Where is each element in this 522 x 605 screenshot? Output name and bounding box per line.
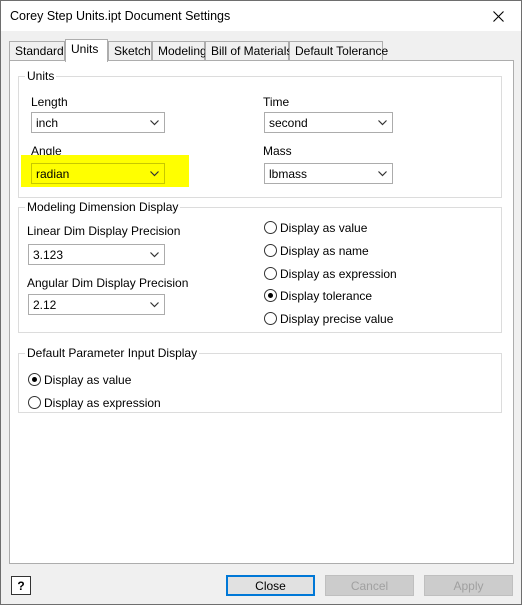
title-bar: Corey Step Units.ipt Document Settings [1, 1, 521, 31]
radio-label: Display as name [280, 244, 369, 258]
radio-button[interactable] [264, 244, 277, 257]
radio-button[interactable] [264, 267, 277, 280]
time-select[interactable]: second [264, 112, 393, 133]
radio-label: Display as value [44, 373, 132, 387]
chevron-down-icon [378, 120, 387, 126]
modeling-dimension-group: Modeling Dimension Display Linear Dim Di… [18, 200, 502, 333]
close-icon [492, 10, 504, 22]
chevron-down-icon [150, 120, 159, 126]
linear-precision-value: 3.123 [33, 248, 64, 262]
radio-label: Display as value [280, 221, 368, 235]
default-parameter-group-label: Default Parameter Input Display [25, 346, 200, 360]
tab-default-tolerance[interactable]: Default Tolerance [289, 41, 388, 61]
chevron-down-icon [150, 171, 159, 177]
chevron-down-icon [378, 171, 387, 177]
angular-precision-label: Angular Dim Display Precision [27, 276, 189, 290]
tab-sketch[interactable]: Sketch [108, 41, 152, 61]
mass-label: Mass [263, 144, 292, 158]
radio-button[interactable] [28, 396, 41, 409]
units-tab-panel: Units Length inch Time second Angle radi… [9, 60, 514, 564]
tab-modeling[interactable]: Modeling [152, 41, 207, 61]
radio-button[interactable] [264, 221, 277, 234]
radio-label: Display as expression [44, 396, 161, 410]
radio-label: Display as expression [280, 267, 397, 281]
chevron-down-icon [150, 302, 159, 308]
default-parameter-group: Default Parameter Input Display Display … [18, 346, 502, 413]
units-group: Units Length inch Time second Angle radi… [18, 69, 502, 198]
time-label: Time [263, 95, 290, 109]
cancel-button[interactable]: Cancel [325, 575, 414, 596]
angle-select[interactable]: radian [31, 163, 165, 184]
chevron-down-icon [150, 252, 159, 258]
radio-button[interactable] [264, 312, 277, 325]
angular-precision-value: 2.12 [33, 298, 57, 312]
linear-precision-label: Linear Dim Display Precision [27, 224, 181, 238]
units-group-label: Units [25, 69, 57, 83]
linear-precision-select[interactable]: 3.123 [28, 244, 165, 265]
svg-text:?: ? [17, 579, 24, 593]
mass-select[interactable]: lbmass [264, 163, 393, 184]
window-title: Corey Step Units.ipt Document Settings [10, 9, 231, 23]
length-value: inch [36, 116, 59, 130]
angle-value: radian [36, 167, 70, 181]
time-value: second [269, 116, 308, 130]
length-select[interactable]: inch [31, 112, 165, 133]
dialog-button-bar: ? Close Cancel Apply [1, 564, 521, 604]
length-label: Length [31, 95, 68, 109]
modeling-dimension-group-label: Modeling Dimension Display [25, 200, 181, 214]
radio-label: Display precise value [280, 312, 394, 326]
tab-strip: Standard Units Sketch Modeling Bill of M… [9, 39, 514, 62]
radio-button-selected[interactable] [264, 289, 277, 302]
document-settings-dialog: Corey Step Units.ipt Document Settings S… [0, 0, 522, 605]
tab-bill-of-materials[interactable]: Bill of Materials [205, 41, 292, 61]
help-button[interactable]: ? [11, 576, 31, 595]
close-button[interactable]: Close [226, 575, 315, 596]
tab-standard[interactable]: Standard [9, 41, 65, 61]
apply-button[interactable]: Apply [424, 575, 513, 596]
radio-label: Display tolerance [280, 289, 373, 303]
mass-value: lbmass [269, 167, 308, 181]
close-window-button[interactable] [475, 1, 521, 31]
angular-precision-select[interactable]: 2.12 [28, 294, 165, 315]
tab-units[interactable]: Units [65, 39, 108, 62]
question-icon: ? [17, 579, 24, 593]
radio-button-selected[interactable] [28, 373, 41, 386]
